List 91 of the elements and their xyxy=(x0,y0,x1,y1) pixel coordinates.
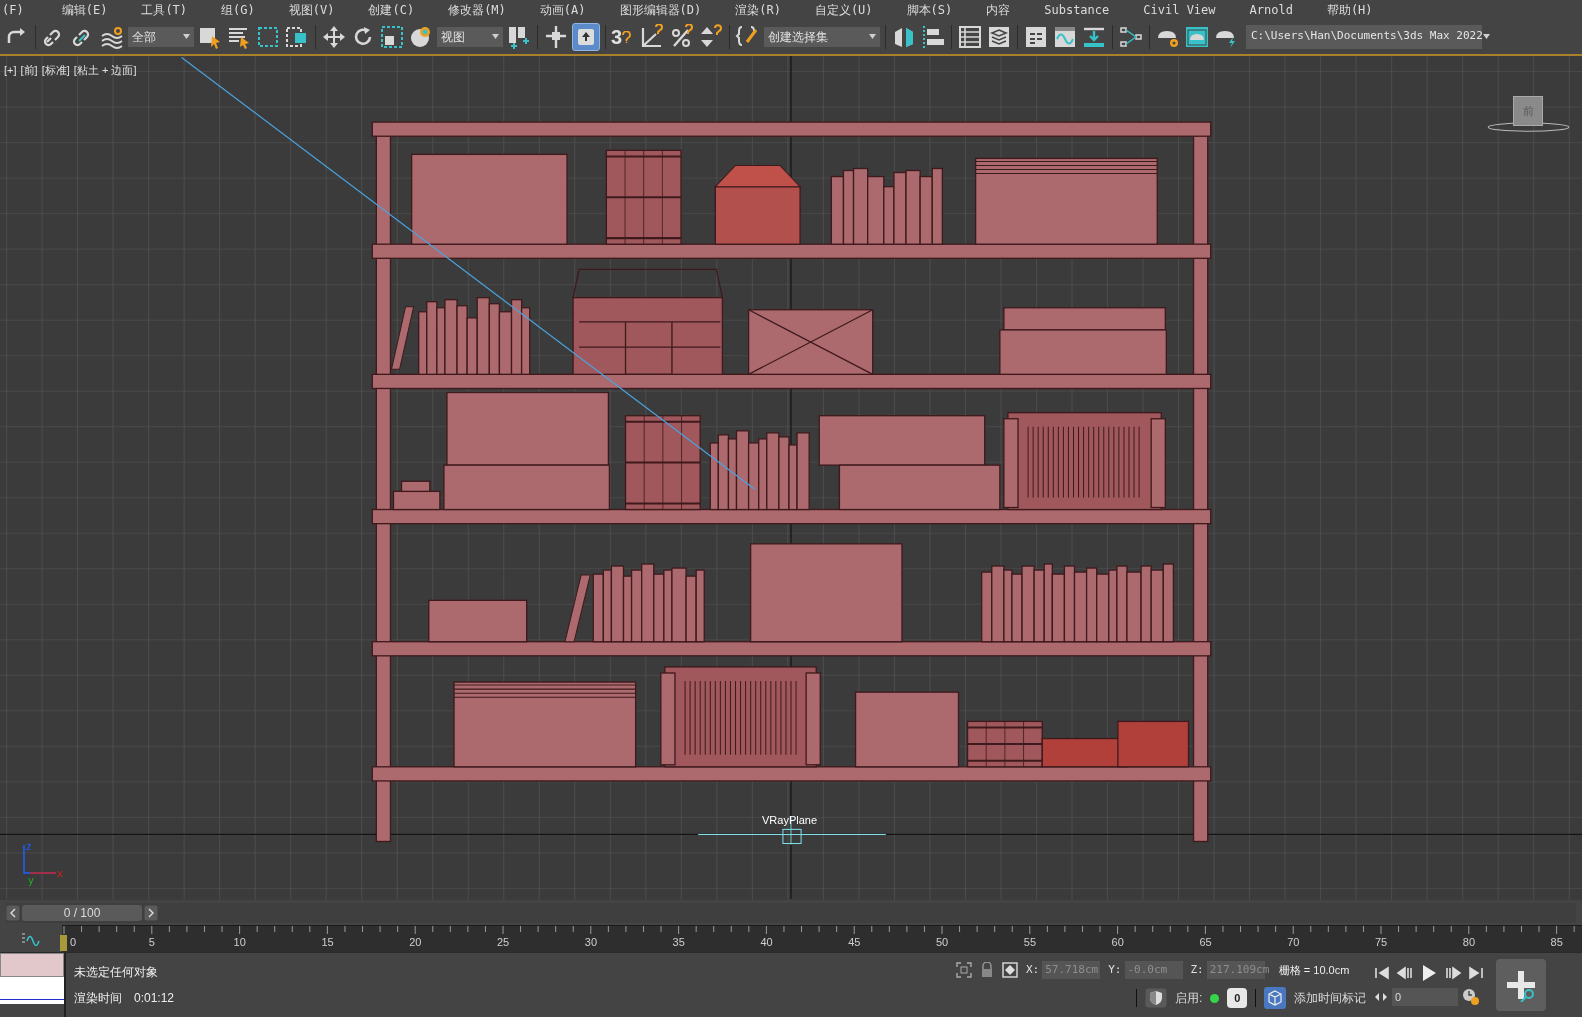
keyboard-shortcut-toggle[interactable] xyxy=(572,22,600,51)
add-time-tag-label[interactable]: 添加时间标记 xyxy=(1294,989,1367,1007)
zoom-extents-icon[interactable] xyxy=(956,962,972,978)
axis-label: X: xyxy=(1026,961,1040,978)
viewport-label[interactable]: [前] xyxy=(20,62,38,79)
menu-item[interactable]: 创建(C) xyxy=(356,0,427,19)
menu-item[interactable]: 动画(A) xyxy=(527,0,598,19)
tick-label: 5 xyxy=(148,937,155,948)
frame-counter: 0 / 100 xyxy=(22,904,142,921)
tick-label: 70 xyxy=(1287,937,1300,948)
tick-label: 15 xyxy=(321,937,334,948)
menu-item[interactable]: Arnold xyxy=(1237,0,1305,19)
named-selection-dropdown[interactable]: 创建选择集 xyxy=(764,26,880,47)
render-time-label: 渲染时间 xyxy=(74,990,122,1007)
menu-item[interactable]: Civil View xyxy=(1131,0,1228,19)
key-mode-icon[interactable] xyxy=(1374,992,1388,1002)
grid-size: 栅格 = 10.0cm xyxy=(1278,962,1350,978)
axis-label: Y: xyxy=(1108,961,1122,978)
go-to-start-icon[interactable] xyxy=(1374,966,1390,980)
axis-gizmo-drawing: z y x xyxy=(20,841,68,886)
tick-label: 50 xyxy=(936,937,949,948)
reference-coordinate-dropdown[interactable]: 视图 xyxy=(437,26,503,47)
menu-item[interactable]: 视图(V) xyxy=(276,0,347,19)
tick-label: 75 xyxy=(1375,937,1388,948)
go-to-end-icon[interactable] xyxy=(1468,966,1484,980)
key-count-button[interactable]: 0 xyxy=(1227,988,1248,1008)
viewport-label[interactable]: [标准] xyxy=(41,62,70,79)
maxscript-input[interactable] xyxy=(0,977,64,1004)
plus-key-icon xyxy=(1504,968,1538,1002)
tick-label: 85 xyxy=(1550,937,1563,948)
menu-item[interactable]: (F) xyxy=(0,0,50,19)
next-frame-icon[interactable] xyxy=(144,904,158,921)
shield-icon[interactable] xyxy=(1145,988,1167,1008)
tick-label: 40 xyxy=(760,937,773,948)
menu-item[interactable]: 内容 xyxy=(974,0,1023,19)
axis-label: Z: xyxy=(1190,961,1204,978)
scale-icon[interactable] xyxy=(379,23,405,50)
viewport-label[interactable]: [粘土 + 边面] xyxy=(73,62,137,79)
tick-label: 10 xyxy=(233,937,246,948)
caret-icon xyxy=(183,34,190,39)
viewport-label[interactable]: [+] xyxy=(4,62,17,79)
tick-label: 80 xyxy=(1462,937,1476,948)
tick-label: 0 xyxy=(70,937,77,948)
scene-explorer-icon[interactable] xyxy=(957,23,983,50)
caret-icon xyxy=(492,34,499,39)
caret-icon xyxy=(1482,34,1490,39)
time-slider-thumb[interactable]: 0 / 100 xyxy=(6,904,158,921)
tick-label: 55 xyxy=(1023,937,1037,948)
menu-item[interactable]: 组(G) xyxy=(209,0,267,19)
status-message: 未选定任何对象 xyxy=(74,964,159,981)
menu-item[interactable]: 脚本(S) xyxy=(894,0,965,19)
menu-item[interactable]: 自定义(U) xyxy=(802,0,885,19)
tick-label: 65 xyxy=(1199,937,1212,948)
snap-toggle[interactable]: 3 xyxy=(611,23,637,50)
menu-item[interactable]: Substance xyxy=(1032,0,1122,19)
enable-label: 启用: xyxy=(1175,990,1203,1007)
current-frame-field[interactable]: 0 xyxy=(1392,988,1458,1006)
set-key-button[interactable] xyxy=(1496,959,1546,1011)
tick-label: 20 xyxy=(409,937,422,948)
tick-label: 25 xyxy=(497,937,510,948)
menu-item[interactable]: 修改器(M) xyxy=(436,0,518,19)
curve-editor-icon[interactable] xyxy=(21,931,41,946)
menu-item[interactable]: 图形编辑器(D) xyxy=(607,0,714,19)
selection-filter-dropdown[interactable]: 全部 xyxy=(128,26,194,47)
tick-label: 45 xyxy=(848,937,861,948)
track-bar[interactable]: 0 5 10 15 20 25 30 35 40 45 50 55 60 65 70 75 80 85 xyxy=(62,925,1582,952)
percent-snap-icon[interactable] xyxy=(669,23,695,50)
caret-icon xyxy=(869,34,876,39)
next-key-icon[interactable] xyxy=(1444,966,1462,980)
time-slider[interactable]: 0 / 100 xyxy=(6,902,1576,923)
select-manipulate-icon[interactable] xyxy=(543,23,569,50)
render-time-value: 0:01:12 xyxy=(134,990,175,1007)
tick-label: 35 xyxy=(672,937,685,948)
previous-key-icon[interactable] xyxy=(1396,966,1414,980)
previous-frame-icon[interactable] xyxy=(6,904,20,921)
time-marker[interactable] xyxy=(60,935,67,951)
question-icon xyxy=(622,30,632,43)
menu-item[interactable]: 渲染(R) xyxy=(723,0,793,19)
time-config-icon[interactable] xyxy=(1462,988,1480,1006)
cube-icon[interactable] xyxy=(1264,987,1287,1009)
angle-snap-icon[interactable] xyxy=(640,23,666,50)
tick-label: 30 xyxy=(584,937,598,948)
menu-item[interactable]: 编辑(E) xyxy=(49,0,120,19)
object-label: VRayPlane xyxy=(762,813,818,828)
lock-icon[interactable] xyxy=(980,962,994,978)
tick-label: 60 xyxy=(1111,937,1124,948)
menu-item[interactable]: 帮助(H) xyxy=(1314,0,1385,19)
align-icon[interactable] xyxy=(920,23,946,50)
play-icon[interactable] xyxy=(1420,964,1438,982)
menu-item[interactable]: 工具(T) xyxy=(129,0,200,19)
absolute-mode-icon[interactable] xyxy=(1002,962,1018,978)
